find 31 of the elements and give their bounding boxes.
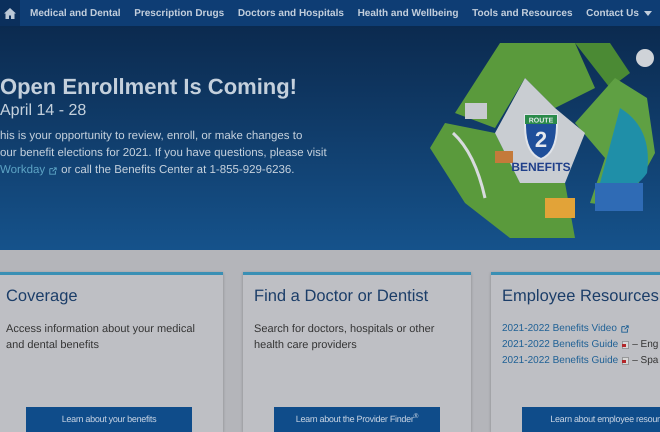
external-link-icon	[620, 325, 629, 333]
resource-link[interactable]: 2021-2022 Benefits Guide	[502, 337, 630, 353]
card-button[interactable]: Learn about the Provider Finder$^{®}$	[274, 406, 440, 432]
home-icon	[4, 8, 16, 18]
card-title: Find a Doctor or Dentist	[254, 286, 428, 307]
nav-link[interactable]: Medical and Dental	[30, 6, 121, 20]
nav-link[interactable]: Contact Us	[586, 6, 652, 20]
hero-text: his is your opportunity to review, enroll, or make changes to	[0, 129, 302, 144]
hero-title: Open Enrollment Is Coming!	[0, 74, 298, 100]
nav-link[interactable]: Tools and Resources	[472, 6, 573, 20]
card-title: Coverage	[6, 286, 78, 307]
hero-text: our benefit elections for 2021. If you have questions, please visit	[0, 146, 327, 161]
nav-link[interactable]: Prescription Drugs	[134, 6, 224, 20]
shield-number: 2	[534, 127, 548, 152]
card-text: Access information about your medical and dental benefits	[6, 322, 196, 353]
language-label: – Eng	[632, 338, 658, 352]
card-button[interactable]: Learn about your benefits	[26, 406, 192, 432]
nav-link[interactable]: Doctors and Hospitals	[238, 6, 344, 20]
home-button[interactable]	[0, 0, 20, 26]
workday-link[interactable]: Workday	[0, 162, 58, 179]
external-link-icon	[49, 166, 58, 174]
benefits-caption: BENEFITS	[511, 160, 571, 174]
language-label: – Spa	[632, 354, 658, 368]
card-button[interactable]: Learn about employee resour	[522, 406, 660, 432]
enrollment-dates: April 14 - 28	[0, 101, 86, 121]
resource-link[interactable]: 2021-2022 Benefits Guide	[502, 353, 630, 369]
resource-link[interactable]: 2021-2022 Benefits Video	[502, 321, 629, 337]
card-title: Employee Resources	[502, 286, 659, 307]
hero-text: or call the Benefits Center at 1-855-929-6236.	[61, 163, 295, 178]
nav-link[interactable]: Health and Wellbeing	[358, 6, 459, 20]
card-text: Search for doctors, hospitals or other health care providers	[254, 322, 436, 353]
